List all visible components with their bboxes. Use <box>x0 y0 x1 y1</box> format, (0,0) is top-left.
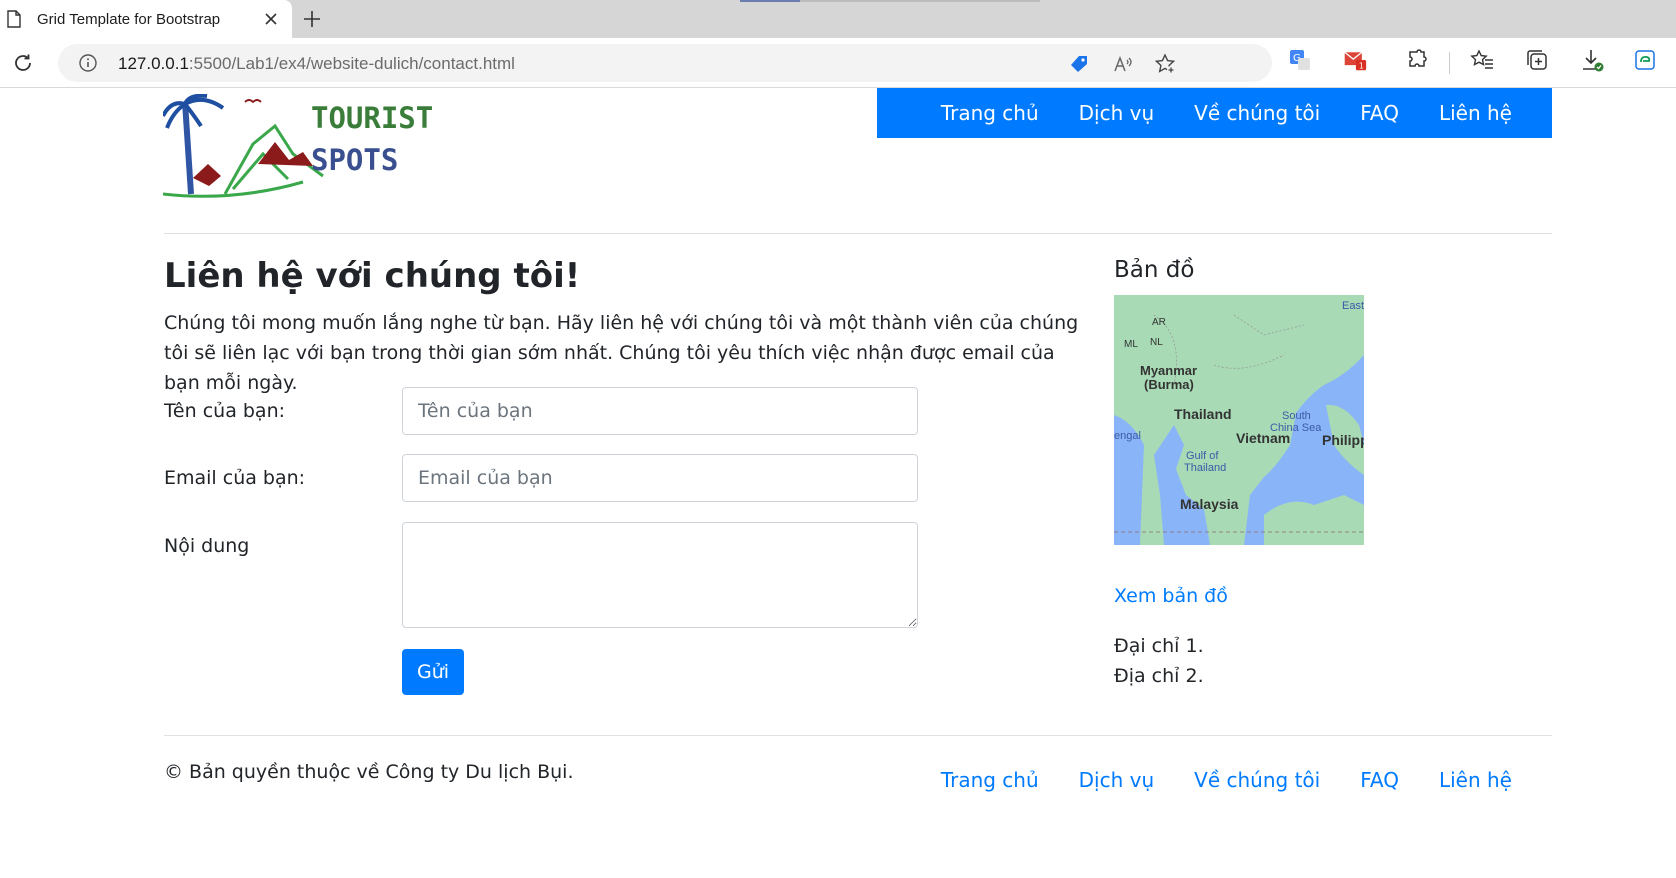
logo-text-line1: TOURIST <box>311 101 433 135</box>
nav-link-about[interactable]: Về chúng tôi <box>1174 101 1340 125</box>
address-line-1: Đại chỉ 1. <box>1114 635 1204 657</box>
map-label-thailand: Thailand <box>1174 406 1232 422</box>
address-line-2: Địa chỉ 2. <box>1114 665 1204 687</box>
map-label-east: East <box>1342 300 1364 312</box>
edge-copilot-icon[interactable] <box>1633 48 1657 72</box>
page-icon <box>7 10 21 28</box>
map-label-ar: AR <box>1152 317 1166 328</box>
map-label-south: South <box>1282 410 1311 422</box>
map-label-bengal: engal <box>1114 430 1141 442</box>
footer-divider <box>164 735 1552 736</box>
browser-tab-active[interactable]: Grid Template for Bootstrap <box>0 0 292 38</box>
map-label-burma: (Burma) <box>1144 377 1194 392</box>
reload-icon[interactable] <box>12 52 34 74</box>
page-title: Liên hệ với chúng tôi! <box>164 256 581 296</box>
name-label: Tên của bạn: <box>164 400 286 422</box>
map-label-malaysia: Malaysia <box>1180 496 1239 512</box>
footer-link-about[interactable]: Về chúng tôi <box>1174 768 1340 792</box>
logo-text-line2: SPOTS <box>311 143 398 177</box>
favorites-icon[interactable] <box>1470 48 1494 72</box>
tabstrip-accent <box>740 0 800 2</box>
new-tab-icon[interactable] <box>302 9 322 29</box>
name-input[interactable] <box>402 387 918 435</box>
downloads-icon[interactable] <box>1580 48 1604 72</box>
close-icon[interactable] <box>262 10 280 28</box>
copyright-text: © Bản quyền thuộc về Công ty Du lịch Bụi… <box>164 761 574 783</box>
add-favorite-icon[interactable] <box>1154 53 1176 75</box>
coupon-tag-icon[interactable] <box>1068 53 1090 75</box>
footer-link-home[interactable]: Trang chủ <box>921 768 1059 792</box>
email-label: Email của bạn: <box>164 467 306 489</box>
map-label-gulf-thailand: Thailand <box>1184 462 1226 474</box>
message-textarea[interactable] <box>402 522 918 628</box>
toolbar-separator <box>1449 52 1450 74</box>
nav-link-home[interactable]: Trang chủ <box>921 101 1059 125</box>
mail-icon[interactable]: 1 <box>1343 48 1367 72</box>
map-title: Bản đồ <box>1114 257 1195 283</box>
url-text: 127.0.0.1:5500/Lab1/ex4/website-dulich/c… <box>118 54 515 73</box>
read-aloud-icon[interactable] <box>1112 53 1134 75</box>
browser-toolbar: 127.0.0.1:5500/Lab1/ex4/website-dulich/c… <box>0 38 1676 88</box>
message-label: Nội dung <box>164 535 250 557</box>
map-label-nl: NL <box>1150 337 1163 348</box>
top-nav: Trang chủ Dịch vụ Về chúng tôi FAQ Liên … <box>877 88 1552 138</box>
collections-icon[interactable] <box>1525 48 1549 72</box>
contact-intro: Chúng tôi mong muốn lắng nghe từ bạn. Hã… <box>164 312 1079 394</box>
nav-link-services[interactable]: Dịch vụ <box>1059 101 1175 125</box>
map-label-ml: ML <box>1124 339 1138 350</box>
browser-tabstrip: Grid Template for Bootstrap <box>0 0 1676 38</box>
translate-icon[interactable]: G <box>1288 48 1312 72</box>
footer-link-contact[interactable]: Liên hệ <box>1419 768 1532 792</box>
footer-nav: Trang chủ Dịch vụ Về chúng tôi FAQ Liên … <box>941 768 1552 792</box>
map-label-myanmar: Myanmar <box>1140 363 1197 378</box>
map-label-gulf-of: Gulf of <box>1186 450 1219 462</box>
header-divider <box>164 233 1552 234</box>
address-bar[interactable]: 127.0.0.1:5500/Lab1/ex4/website-dulich/c… <box>58 44 1272 82</box>
nav-link-faq[interactable]: FAQ <box>1340 101 1419 125</box>
mail-badge-count: 1 <box>1359 62 1364 71</box>
footer-link-faq[interactable]: FAQ <box>1340 768 1419 792</box>
footer-link-services[interactable]: Dịch vụ <box>1059 768 1175 792</box>
nav-link-contact[interactable]: Liên hệ <box>1419 101 1532 125</box>
tab-title: Grid Template for Bootstrap <box>37 11 221 28</box>
map-label-philipp: Philipp <box>1322 432 1364 448</box>
tourist-spots-logo[interactable]: TOURIST SPOTS <box>163 94 433 209</box>
map-label-vietnam: Vietnam <box>1236 430 1290 446</box>
submit-button[interactable]: Gửi <box>402 649 464 695</box>
view-map-link[interactable]: Xem bản đồ <box>1114 585 1228 607</box>
email-input[interactable] <box>402 454 918 502</box>
site-info-icon[interactable] <box>78 53 98 73</box>
map-image[interactable]: East AR ML NL Myanmar (Burma) Thailand S… <box>1114 295 1364 545</box>
extensions-icon[interactable] <box>1406 48 1430 72</box>
